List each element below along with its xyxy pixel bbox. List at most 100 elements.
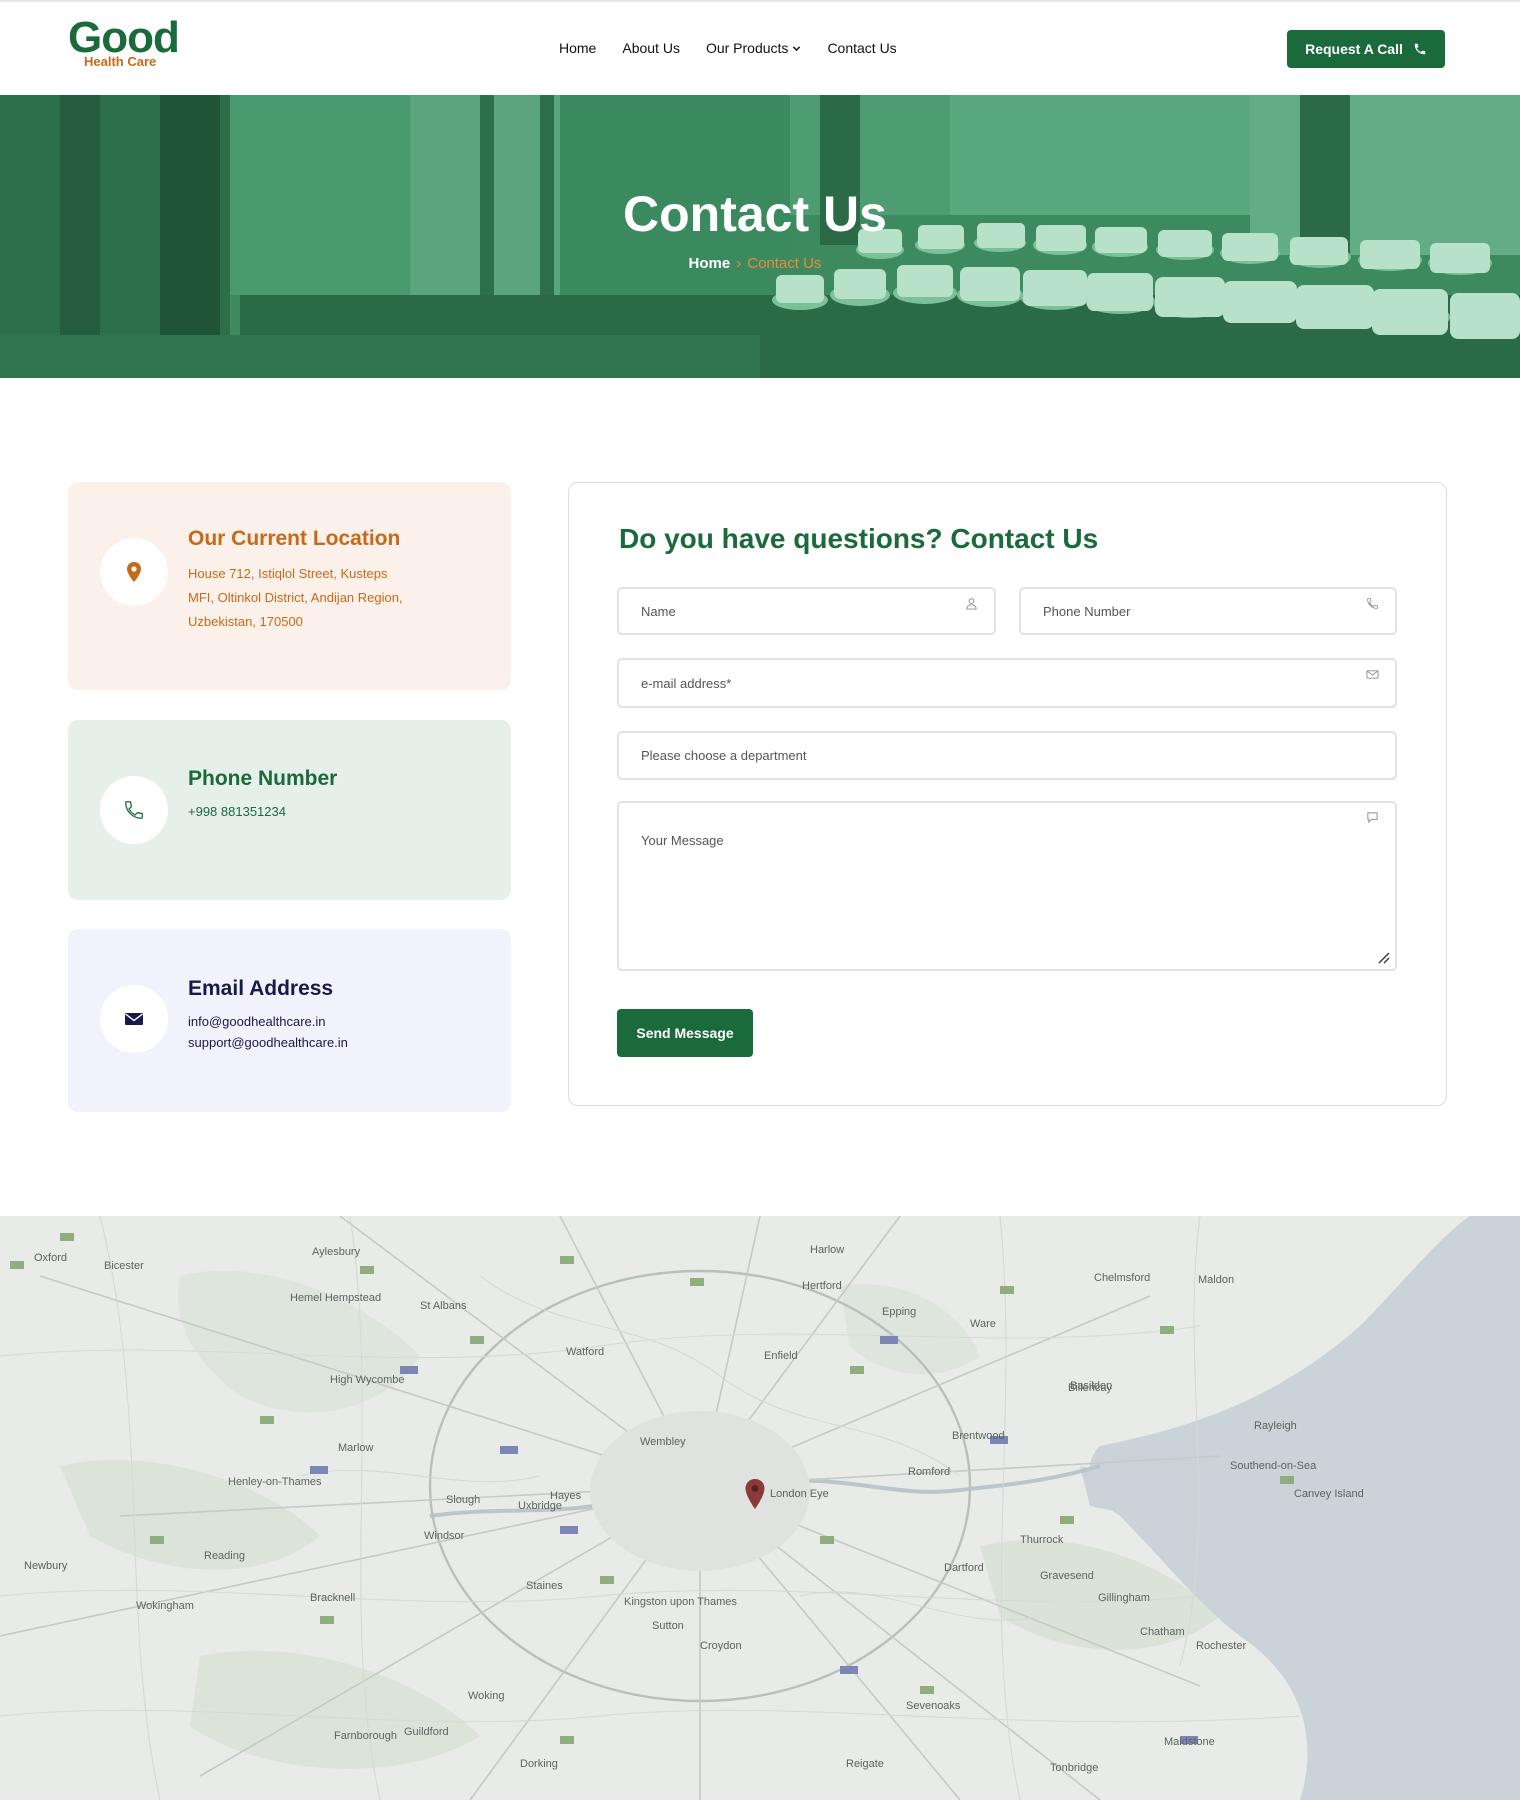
map-label: Enfield [764,1350,798,1362]
map-marker-label: London Eye [770,1488,829,1500]
map-label: Maidstone [1164,1736,1215,1748]
map-label: Chatham [1140,1626,1185,1638]
location-icon-circle [100,538,168,606]
request-call-button[interactable]: Request A Call [1287,30,1445,68]
request-call-label: Request A Call [1305,41,1403,57]
hero-banner: Contact Us Home › Contact Us [0,95,1520,378]
main-nav: Home About Us Our Products Contact Us [559,40,923,56]
chevron-down-icon [793,45,801,51]
address-line-1: House 712, Istiqlol Street, Kusteps [188,566,388,581]
map-label: Billericay [1068,1382,1113,1394]
map-label: Aylesbury [312,1246,361,1258]
site-header: Good Health Care Home About Us Our Produ… [0,0,1520,95]
department-placeholder: Please choose a department [641,748,807,763]
message-textarea[interactable]: Your Message [617,801,1397,971]
location-card: Our Current Location House 712, Istiqlol… [68,482,511,690]
map-label: Reigate [846,1758,884,1770]
map-label: Woking [468,1690,505,1702]
breadcrumb-separator: › [736,255,742,272]
map-label: Thurrock [1020,1534,1064,1546]
nav-home-label: Home [559,40,597,56]
chat-bubble-icon [1367,812,1378,824]
map-label: Sutton [652,1620,684,1632]
map-label: Croydon [700,1640,742,1652]
nav-about[interactable]: About Us [622,40,680,56]
map-label: Gillingham [1098,1592,1150,1604]
phone-icon-circle [100,776,168,844]
contact-form: Do you have questions? Contact Us Name P… [568,482,1447,1106]
map-label: Romford [908,1466,951,1478]
map-label: Oxford [34,1252,68,1264]
email-title: Email Address [188,977,334,1000]
map-label: Tonbridge [1050,1762,1099,1774]
message-placeholder: Your Message [641,833,724,848]
map-label: Harlow [810,1244,845,1256]
resize-handle-icon[interactable] [1375,949,1391,965]
map-label: Canvey Island [1294,1488,1364,1500]
map-label: Sevenoaks [906,1700,961,1712]
name-input[interactable]: Name [617,587,996,635]
phone-placeholder: Phone Number [1043,603,1131,619]
phone-icon [1367,598,1378,609]
department-select[interactable]: Please choose a department [617,731,1397,780]
nav-contact[interactable]: Contact Us [827,40,896,56]
map-label: Rochester [1196,1640,1247,1652]
map-label: Dorking [520,1758,558,1770]
map-label: Epping [882,1306,917,1318]
send-message-button[interactable]: Send Message [617,1009,753,1057]
form-title: Do you have questions? Contact Us [619,523,1099,554]
map-label: Wokingham [136,1600,194,1612]
map-label: Maldon [1198,1274,1235,1286]
phone-icon [1414,43,1426,55]
map-label: Newbury [24,1560,68,1572]
map-label: Farnborough [334,1730,397,1742]
map-label: Kingston upon Thames [624,1596,737,1608]
map-label: Hemel Hempstead [290,1292,382,1304]
phone-icon [125,801,143,819]
email-info[interactable]: info@goodhealthcare.in [188,1011,348,1032]
email-input[interactable]: e-mail address* [617,658,1397,708]
map-label: Guildford [404,1726,449,1738]
phone-input[interactable]: Phone Number [1019,587,1397,635]
map-label: Windsor [424,1530,465,1542]
map-label: Rayleigh [1254,1420,1297,1432]
map-label: Chelmsford [1094,1272,1151,1284]
map-label: High Wycombe [330,1374,405,1386]
nav-products-label: Our Products [705,40,789,56]
map-label: Slough [446,1494,481,1506]
breadcrumb: Home › Contact Us [0,255,1510,272]
map-label: Watford [566,1346,605,1358]
phone-title: Phone Number [188,767,338,790]
map-label: Ware [970,1318,996,1330]
address-line-2: MFI, Oltinkol District, Andijan Region, [188,590,403,605]
nav-home[interactable]: Home [559,40,596,56]
map-label: St Albans [420,1300,467,1312]
map-label: Gravesend [1040,1570,1094,1582]
map-label: Bicester [104,1260,144,1272]
envelope-icon [125,1013,143,1025]
email-placeholder: e-mail address* [641,675,732,691]
nav-about-label: About Us [622,40,680,56]
map-marker-icon[interactable] [744,1478,766,1510]
send-message-label: Send Message [636,1025,734,1041]
nav-products[interactable]: Our Products [706,40,801,56]
phone-number[interactable]: +998 881351234 [188,800,286,824]
map-label: Bracknell [310,1592,356,1604]
map-label: Brentwood [952,1430,1005,1442]
address-line-3: Uzbekistan, 170500 [188,614,303,629]
breadcrumb-current: Contact Us [747,255,822,272]
email-support[interactable]: support@goodhealthcare.in [188,1032,348,1053]
page: Good Health Care Home About Us Our Produ… [0,0,1520,1800]
location-address: House 712, Istiqlol Street, Kusteps MFI,… [188,562,448,634]
envelope-icon [1366,670,1379,679]
location-title: Our Current Location [188,527,401,550]
logo[interactable]: Good Health Care [68,16,192,76]
map-label: Henley-on-Thames [228,1476,322,1488]
logo-subtitle: Health Care [84,54,157,69]
breadcrumb-home[interactable]: Home [689,255,731,272]
name-placeholder: Name [641,603,676,619]
map-label: Marlow [338,1442,374,1454]
location-pin-icon [127,562,141,582]
map-label: Reading [204,1550,245,1562]
email-list: info@goodhealthcare.in support@goodhealt… [188,1011,348,1053]
